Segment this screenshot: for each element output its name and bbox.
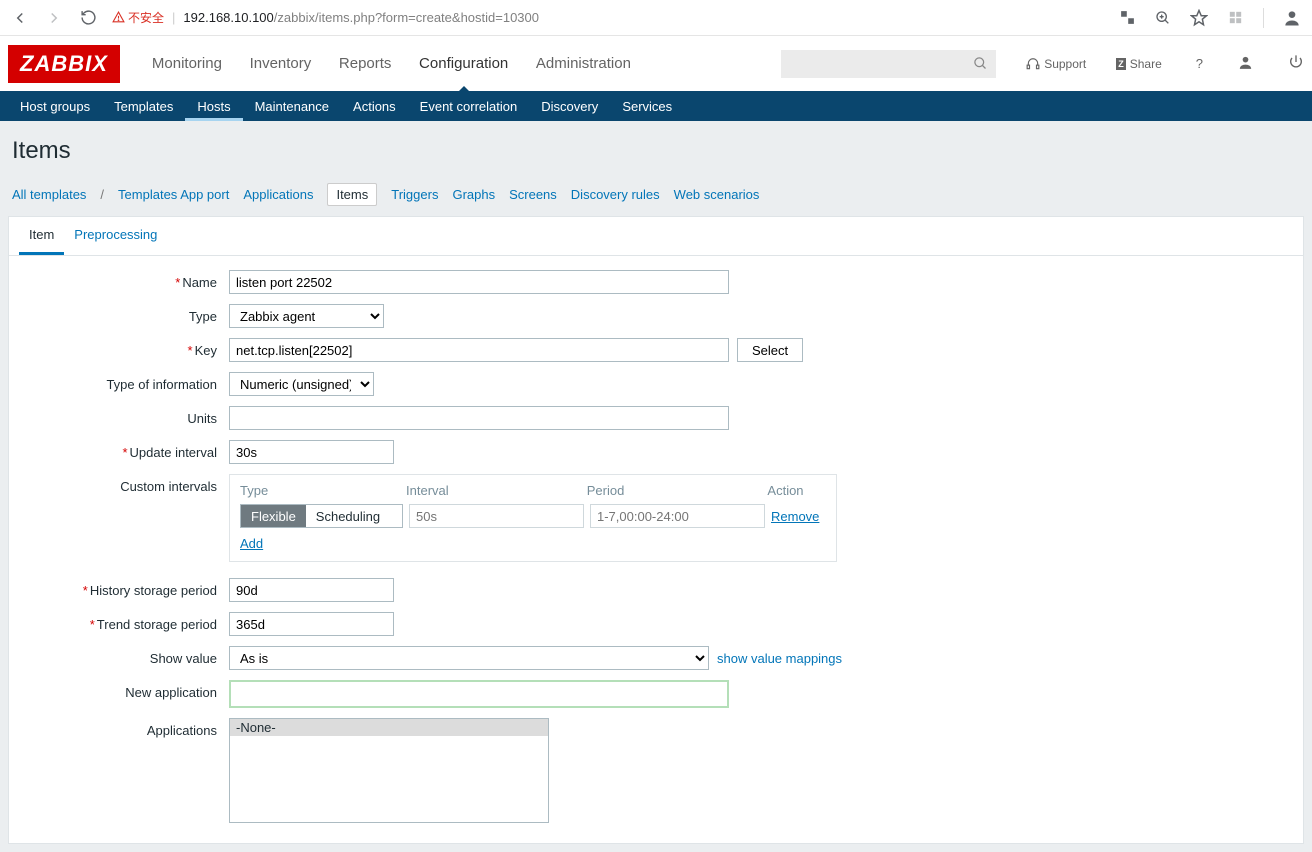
power-icon[interactable] <box>1288 54 1304 73</box>
label-toi: Type of information <box>19 372 229 392</box>
input-newapp[interactable] <box>229 680 729 708</box>
select-key-button[interactable]: Select <box>737 338 803 362</box>
nav-monitoring[interactable]: Monitoring <box>140 39 234 88</box>
bc-discovery-rules[interactable]: Discovery rules <box>571 187 660 202</box>
ci-type-toggle: Flexible Scheduling <box>240 504 403 528</box>
label-key: *Key <box>19 338 229 358</box>
input-history[interactable] <box>229 578 394 602</box>
user-icon[interactable] <box>1237 54 1254 74</box>
translate-icon[interactable] <box>1117 9 1137 26</box>
label-newapp: New application <box>19 680 229 700</box>
nav-configuration[interactable]: Configuration <box>407 39 520 88</box>
subnav-hostgroups[interactable]: Host groups <box>8 92 102 121</box>
tab-item[interactable]: Item <box>19 217 64 255</box>
logo[interactable]: ZABBIX <box>8 45 120 83</box>
label-custom: Custom intervals <box>19 474 229 494</box>
bc-applications[interactable]: Applications <box>243 187 313 202</box>
tab-preprocessing[interactable]: Preprocessing <box>64 217 167 255</box>
select-toi[interactable]: Numeric (unsigned) <box>229 372 374 396</box>
zoom-icon[interactable] <box>1153 10 1173 26</box>
ci-interval-input[interactable] <box>409 504 584 528</box>
subnav-templates[interactable]: Templates <box>102 92 185 121</box>
ci-scheduling-button[interactable]: Scheduling <box>306 505 402 527</box>
support-link[interactable]: Support <box>1026 57 1086 71</box>
url-text: 192.168.10.100/zabbix/items.php?form=cre… <box>183 10 539 25</box>
ci-head-type: Type <box>240 483 406 498</box>
search-input[interactable] <box>781 50 996 78</box>
page-title: Items <box>8 129 1304 179</box>
input-trend[interactable] <box>229 612 394 636</box>
label-history: *History storage period <box>19 578 229 598</box>
headset-icon <box>1026 57 1040 71</box>
bc-graphs[interactable]: Graphs <box>452 187 495 202</box>
ci-head-period: Period <box>587 483 768 498</box>
nav-inventory[interactable]: Inventory <box>238 39 324 88</box>
bc-web-scenarios[interactable]: Web scenarios <box>674 187 760 202</box>
custom-intervals-table: Type Interval Period Action Flexible Sch… <box>229 474 837 562</box>
ci-head-action: Action <box>767 483 826 498</box>
reload-icon[interactable] <box>78 9 98 26</box>
sub-nav: Host groups Templates Hosts Maintenance … <box>0 91 1312 121</box>
label-units: Units <box>19 406 229 426</box>
subnav-hosts[interactable]: Hosts <box>185 92 242 121</box>
input-name[interactable] <box>229 270 729 294</box>
app-option-none[interactable]: -None- <box>230 719 548 736</box>
ci-flexible-button[interactable]: Flexible <box>241 505 306 527</box>
bc-screens[interactable]: Screens <box>509 187 557 202</box>
ci-add-link[interactable]: Add <box>240 536 263 551</box>
back-icon[interactable] <box>10 9 30 27</box>
form-panel: Item Preprocessing *Name Type Zabbix age… <box>8 216 1304 844</box>
account-icon[interactable] <box>1282 7 1302 29</box>
bc-items[interactable]: Items <box>327 183 377 206</box>
subnav-services[interactable]: Services <box>610 92 684 121</box>
extension-icon[interactable] <box>1225 9 1245 26</box>
subnav-discovery[interactable]: Discovery <box>529 92 610 121</box>
bc-templates-app-port[interactable]: Templates App port <box>118 187 229 202</box>
browser-toolbar: 不安全 | 192.168.10.100/zabbix/items.php?fo… <box>0 0 1312 36</box>
form-tabs: Item Preprocessing <box>9 217 1303 256</box>
app-header: ZABBIX Monitoring Inventory Reports Conf… <box>0 36 1312 91</box>
address-bar[interactable]: 不安全 | 192.168.10.100/zabbix/items.php?fo… <box>112 9 1103 26</box>
label-name: *Name <box>19 270 229 290</box>
label-trend: *Trend storage period <box>19 612 229 632</box>
ci-row: Flexible Scheduling Remove <box>240 504 826 528</box>
ci-head-interval: Interval <box>406 483 587 498</box>
input-update[interactable] <box>229 440 394 464</box>
bc-all-templates[interactable]: All templates <box>12 187 86 202</box>
ci-period-input[interactable] <box>590 504 765 528</box>
label-type: Type <box>19 304 229 324</box>
subnav-maintenance[interactable]: Maintenance <box>243 92 341 121</box>
label-apps: Applications <box>19 718 229 738</box>
nav-administration[interactable]: Administration <box>524 39 643 88</box>
select-type[interactable]: Zabbix agent <box>229 304 384 328</box>
applications-listbox[interactable]: -None- <box>229 718 549 823</box>
help-icon[interactable]: ? <box>1196 56 1203 71</box>
nav-reports[interactable]: Reports <box>327 39 404 88</box>
ci-remove-link[interactable]: Remove <box>771 509 819 524</box>
search-icon <box>973 56 988 71</box>
subnav-eventcorr[interactable]: Event correlation <box>408 92 530 121</box>
not-secure-badge: 不安全 <box>112 9 164 26</box>
main-nav: Monitoring Inventory Reports Configurati… <box>140 55 643 72</box>
page-body: Items All templates / Templates App port… <box>0 121 1312 852</box>
star-icon[interactable] <box>1189 9 1209 27</box>
z-icon: Z <box>1116 58 1126 70</box>
input-units[interactable] <box>229 406 729 430</box>
show-value-mappings-link[interactable]: show value mappings <box>717 651 842 666</box>
subnav-actions[interactable]: Actions <box>341 92 408 121</box>
label-showvalue: Show value <box>19 646 229 666</box>
share-link[interactable]: ZShare <box>1116 57 1162 71</box>
label-update: *Update interval <box>19 440 229 460</box>
input-key[interactable] <box>229 338 729 362</box>
forward-icon[interactable] <box>44 9 64 27</box>
bc-triggers[interactable]: Triggers <box>391 187 438 202</box>
breadcrumb: All templates / Templates App port Appli… <box>8 179 1304 216</box>
select-showvalue[interactable]: As is <box>229 646 709 670</box>
